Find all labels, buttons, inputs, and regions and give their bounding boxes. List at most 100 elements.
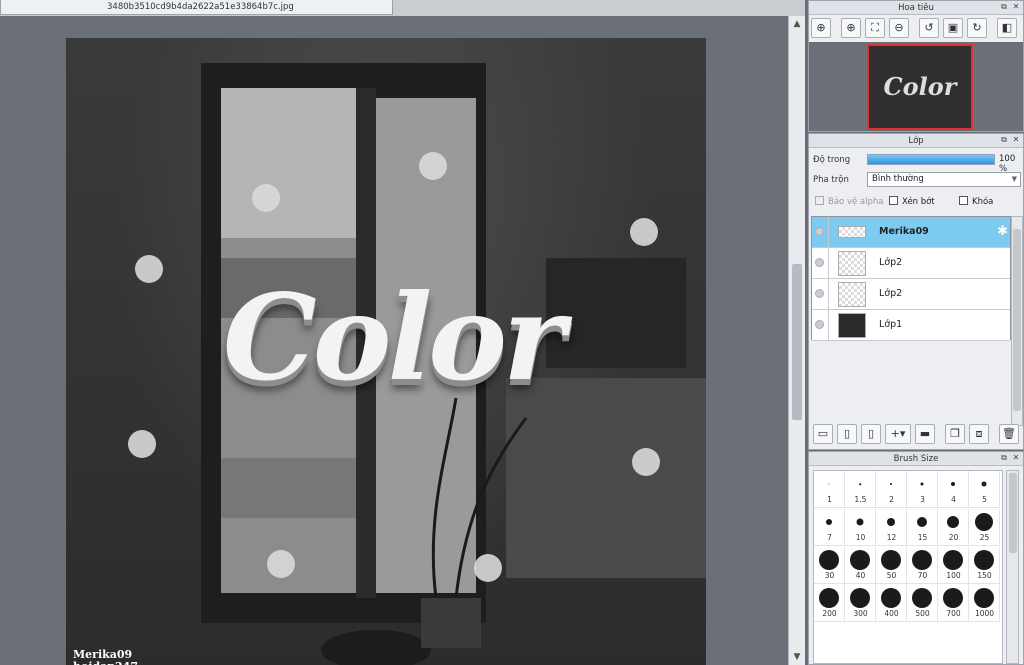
flip-icon[interactable]: ◧	[997, 18, 1017, 38]
artwork-canvas[interactable]: Color Merika09 hoidap247	[66, 38, 706, 665]
brush-size-cell[interactable]: 150	[969, 547, 1000, 584]
canvas-area[interactable]: Color Merika09 hoidap247	[0, 16, 788, 665]
brush-size-cell[interactable]: 12	[876, 509, 907, 546]
brush-dot-icon	[951, 482, 955, 486]
protect-alpha-checkbox[interactable]: Bảo vệ alpha	[815, 196, 883, 207]
zoom-in-icon[interactable]: ⊕	[811, 18, 831, 38]
layer-list-scrollbar[interactable]	[1011, 216, 1023, 426]
visibility-icon[interactable]	[815, 320, 824, 329]
brush-size-cell[interactable]: 500	[907, 585, 938, 622]
new-layer-1bit-icon[interactable]: ▯	[861, 424, 881, 444]
zoom-in-step-icon[interactable]: ⊕	[841, 18, 861, 38]
layer-panel-title: Lớp ⧉ ✕	[809, 134, 1023, 148]
panel-float-icon[interactable]: ⧉	[999, 135, 1009, 145]
layer-row[interactable]: Lớp2	[812, 248, 1010, 279]
add-layer-menu-icon[interactable]: +▾	[885, 424, 911, 444]
visibility-icon[interactable]	[815, 258, 824, 267]
brush-dot-icon	[881, 550, 901, 570]
fit-icon[interactable]: ⛶	[865, 18, 885, 38]
brush-size-cell[interactable]: 2	[876, 471, 907, 508]
brush-size-cell[interactable]: 1000	[969, 585, 1000, 622]
brush-size-cell[interactable]: 400	[876, 585, 907, 622]
scroll-up-arrow-icon[interactable]: ▲	[791, 18, 803, 30]
navigator-thumbnail[interactable]: Color	[867, 44, 973, 130]
brush-dot-icon	[826, 519, 832, 525]
brush-size-cell[interactable]: 7	[814, 509, 845, 546]
navigator-title-text: Hoa tiêu	[898, 3, 934, 13]
layer-row[interactable]: Merika09 ✱	[812, 217, 1010, 248]
visibility-icon[interactable]	[815, 289, 824, 298]
layer-row[interactable]: Lớp2	[812, 279, 1010, 310]
brush-size-cell[interactable]: 15	[907, 509, 938, 546]
layer-row[interactable]: Lớp1	[812, 310, 1010, 341]
brush-size-cell[interactable]: 3	[907, 471, 938, 508]
gear-icon[interactable]: ✱	[997, 224, 1008, 239]
brush-size-cell[interactable]: 30	[814, 547, 845, 584]
brush-size-label: 150	[977, 571, 992, 580]
panel-close-icon[interactable]: ✕	[1011, 135, 1021, 145]
brush-size-label: 2	[889, 495, 894, 504]
brush-size-label: 400	[884, 609, 899, 618]
navigator-panel-title: Hoa tiêu ⧉ ✕	[809, 1, 1023, 15]
brush-size-label: 30	[824, 571, 835, 580]
rotate-left-icon[interactable]: ↺	[919, 18, 939, 38]
layer-thumbnail	[838, 251, 866, 276]
brush-size-cell[interactable]: 10	[845, 509, 876, 546]
brush-dot-icon	[943, 588, 963, 608]
brush-size-cell[interactable]: 100	[938, 547, 969, 584]
clipping-checkbox[interactable]: Xén bớt	[889, 196, 935, 207]
brush-dot-icon	[856, 518, 864, 526]
brush-size-label: 3	[920, 495, 925, 504]
new-layer-8bit-icon[interactable]: ▯	[837, 424, 857, 444]
delete-icon[interactable]: 🗑	[999, 424, 1019, 444]
brush-size-cell[interactable]: 300	[845, 585, 876, 622]
document-tab[interactable]: 3480b3510cd9b4da2622a51e33864b7c.jpg	[0, 0, 393, 15]
brush-size-scrollbar[interactable]	[1006, 470, 1019, 664]
brush-size-cell[interactable]: 20	[938, 509, 969, 546]
brush-size-label: 300	[853, 609, 868, 618]
visibility-icon[interactable]	[815, 227, 824, 236]
layer-thumbnail	[838, 313, 866, 338]
brush-size-label: 40	[855, 571, 866, 580]
brush-size-grid: 1 1.5 2 3 4 5 7 10 12 15 20 25 30 40 50 70 100 150 200 300 4…	[813, 470, 1003, 664]
panel-close-icon[interactable]: ✕	[1011, 2, 1021, 12]
brush-size-cell[interactable]: 1	[814, 471, 845, 508]
brush-size-label: 7	[827, 533, 832, 542]
brush-size-label: 700	[946, 609, 961, 618]
brush-dot-icon	[828, 483, 830, 485]
canvas-scroll-thumb[interactable]	[792, 264, 802, 420]
new-layer-icon[interactable]: ▭	[813, 424, 833, 444]
opacity-slider[interactable]	[867, 154, 995, 165]
brush-size-cell[interactable]: 50	[876, 547, 907, 584]
navigator-preview-area[interactable]: Color	[809, 42, 1023, 131]
brush-size-cell[interactable]: 70	[907, 547, 938, 584]
brush-dot-icon	[912, 550, 932, 570]
brush-size-cell[interactable]: 4	[938, 471, 969, 508]
zoom-out-icon[interactable]: ⊖	[889, 18, 909, 38]
brush-size-cell[interactable]: 40	[845, 547, 876, 584]
brush-size-panel: Brush Size ⧉ ✕ 1 1.5 2 3 4 5 7 10 12 15 20 25 30 40 50…	[808, 451, 1024, 665]
panel-close-icon[interactable]: ✕	[1011, 453, 1021, 463]
roof-lower	[221, 458, 356, 518]
brush-size-cell[interactable]: 1.5	[845, 471, 876, 508]
brush-dot-icon	[859, 483, 861, 485]
panel-float-icon[interactable]: ⧉	[999, 2, 1009, 12]
brush-size-cell[interactable]: 700	[938, 585, 969, 622]
brush-size-cell[interactable]: 5	[969, 471, 1000, 508]
duplicate-icon[interactable]: ❐	[945, 424, 965, 444]
brush-dot-icon	[890, 483, 892, 485]
brush-dot-icon	[974, 550, 994, 570]
brush-size-cell[interactable]: 200	[814, 585, 845, 622]
folder-icon[interactable]: ▬	[915, 424, 935, 444]
brush-dot-icon	[920, 482, 924, 486]
rotate-right-icon[interactable]: ↻	[967, 18, 987, 38]
canvas-vertical-scrollbar[interactable]: ▲ ▼	[788, 16, 805, 665]
brush-size-cell[interactable]: 25	[969, 509, 1000, 546]
lock-checkbox[interactable]: Khóa	[959, 196, 993, 207]
fit-window-icon[interactable]: ▣	[943, 18, 963, 38]
brush-size-label: 50	[886, 571, 897, 580]
merge-icon[interactable]: ⧈	[969, 424, 989, 444]
panel-float-icon[interactable]: ⧉	[999, 453, 1009, 463]
blend-mode-select[interactable]: Bình thường ▼	[867, 172, 1021, 187]
scroll-down-arrow-icon[interactable]: ▼	[791, 651, 803, 663]
